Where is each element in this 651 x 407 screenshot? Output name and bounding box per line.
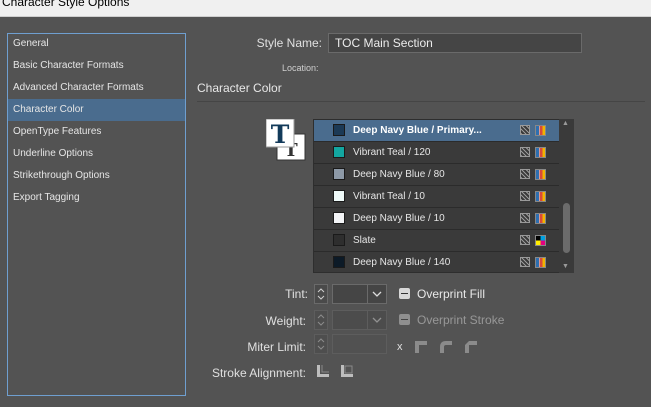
- stroke-outside-icon[interactable]: [340, 364, 354, 378]
- swatch-row[interactable]: Deep Navy Blue / 80: [314, 164, 573, 186]
- sidebar-list: General Basic Character Formats Advanced C…: [8, 33, 185, 209]
- swatch-name: Slate: [353, 235, 376, 246]
- swatch-name: Deep Navy Blue / 10: [353, 213, 445, 224]
- swatch-name: Vibrant Teal / 10: [353, 191, 425, 202]
- sidebar-item-character-color[interactable]: Character Color: [8, 99, 185, 121]
- cmyk-mode-icon: [535, 125, 546, 136]
- swatch-color-chip: [333, 212, 345, 224]
- cmyk-mode-icon: [535, 213, 546, 224]
- scroll-up-icon[interactable]: ▲: [562, 120, 569, 127]
- weight-combo[interactable]: [332, 310, 387, 330]
- cmyk-mode-icon: [535, 169, 546, 180]
- sidebar-item-strikethrough-options[interactable]: Strikethrough Options: [8, 165, 185, 187]
- cmyk-mode-icon: [535, 147, 546, 158]
- swatch-row[interactable]: Deep Navy Blue / 10: [314, 208, 573, 230]
- swatch-name: Deep Navy Blue / Primary...: [353, 125, 482, 136]
- cmyk-process-icon: [535, 235, 546, 246]
- stroke-center-icon[interactable]: [316, 364, 330, 378]
- tint-label: Tint:: [285, 287, 308, 301]
- swatch-list[interactable]: Deep Navy Blue / Primary... Vibrant Teal …: [313, 119, 574, 273]
- global-swatch-icon: [520, 213, 530, 223]
- fill-glyph: T: [271, 120, 290, 149]
- tint-combo[interactable]: [332, 284, 387, 304]
- swatch-name: Deep Navy Blue / 140: [353, 257, 451, 268]
- tint-stepper[interactable]: [314, 284, 328, 304]
- sidebar-item-advanced-character-formats[interactable]: Advanced Character Formats: [8, 77, 185, 99]
- swatch-scrollbar[interactable]: ▲ ▼: [559, 119, 574, 273]
- overprint-stroke-label: Overprint Stroke: [417, 313, 505, 327]
- swatch-color-chip: [333, 190, 345, 202]
- sidebar-item-opentype-features[interactable]: OpenType Features: [8, 121, 185, 143]
- miter-limit-label: Miter Limit:: [247, 340, 306, 354]
- miter-limit-stepper[interactable]: [314, 334, 328, 354]
- global-swatch-icon: [520, 191, 530, 201]
- location-label: Location:: [282, 63, 319, 73]
- swatch-row[interactable]: Vibrant Teal / 10: [314, 186, 573, 208]
- style-name-input[interactable]: [328, 33, 582, 53]
- swatch-color-chip: [333, 256, 345, 268]
- global-swatch-icon: [520, 147, 530, 157]
- swatch-color-chip: [333, 146, 345, 158]
- sidebar-item-underline-options[interactable]: Underline Options: [8, 143, 185, 165]
- miter-limit-input[interactable]: [332, 334, 387, 354]
- weight-label: Weight:: [265, 314, 306, 328]
- section-title: Character Color: [197, 81, 282, 95]
- overprint-fill-label: Overprint Fill: [417, 287, 486, 301]
- global-swatch-icon: [520, 169, 530, 179]
- swatch-row[interactable]: Deep Navy Blue / 140: [314, 252, 573, 272]
- cmyk-mode-icon: [535, 257, 546, 268]
- scroll-down-icon[interactable]: ▼: [562, 263, 569, 270]
- round-join-icon[interactable]: [439, 340, 453, 354]
- swatch-color-chip: [333, 234, 345, 246]
- swatch-name: Vibrant Teal / 120: [353, 147, 431, 158]
- style-name-label: Style Name:: [256, 36, 322, 50]
- scroll-thumb[interactable]: [563, 203, 570, 253]
- miter-x-label: x: [397, 341, 403, 353]
- sidebar: General Basic Character Formats Advanced C…: [7, 33, 186, 396]
- chevron-down-icon[interactable]: [367, 311, 386, 329]
- swatch-name: Deep Navy Blue / 80: [353, 169, 445, 180]
- cmyk-mode-icon: [535, 191, 546, 202]
- swatch-row[interactable]: Deep Navy Blue / Primary...: [314, 120, 573, 142]
- overprint-fill-checkbox[interactable]: [399, 288, 410, 299]
- chevron-down-icon[interactable]: [367, 285, 386, 303]
- stroke-alignment-label: Stroke Alignment:: [211, 366, 306, 380]
- sidebar-item-basic-character-formats[interactable]: Basic Character Formats: [8, 55, 185, 77]
- window-titlebar: Character Style Options: [0, 0, 651, 17]
- swatch-row[interactable]: Vibrant Teal / 120: [314, 142, 573, 164]
- section-divider: [197, 101, 645, 102]
- window-title: Character Style Options: [2, 0, 130, 9]
- swatch-row[interactable]: Slate: [314, 230, 573, 252]
- global-swatch-icon: [520, 125, 530, 135]
- global-swatch-icon: [520, 235, 530, 245]
- weight-stepper[interactable]: [314, 310, 328, 330]
- sidebar-item-export-tagging[interactable]: Export Tagging: [8, 187, 185, 209]
- sidebar-item-general[interactable]: General: [8, 33, 185, 55]
- global-swatch-icon: [520, 257, 530, 267]
- miter-join-icon[interactable]: [414, 340, 428, 354]
- swatch-color-chip: [333, 124, 345, 136]
- bevel-join-icon[interactable]: [464, 340, 478, 354]
- fill-stroke-text-icon[interactable]: T T: [266, 119, 306, 161]
- swatch-color-chip: [333, 168, 345, 180]
- overprint-stroke-checkbox[interactable]: [399, 314, 410, 325]
